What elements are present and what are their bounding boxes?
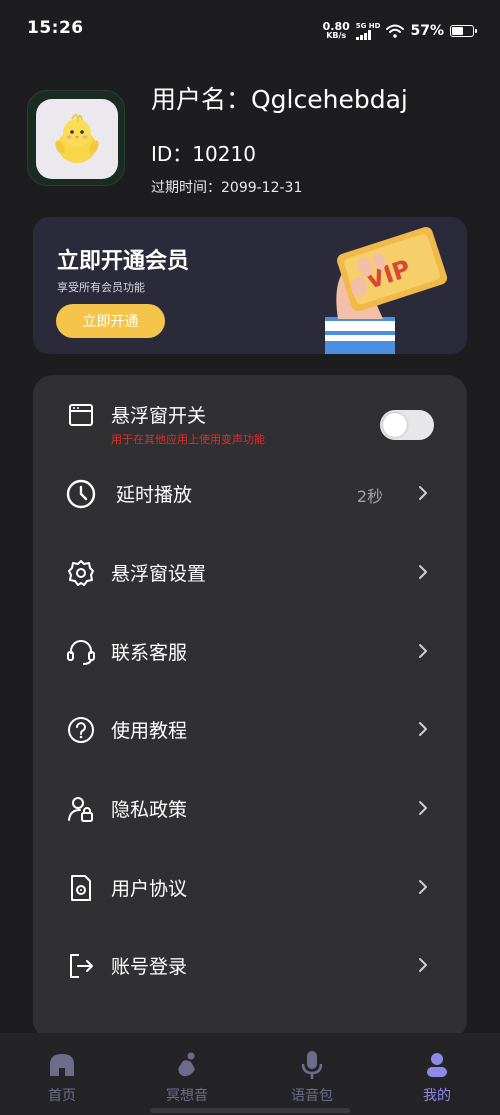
nav-tab-label: 首页 xyxy=(48,1088,76,1104)
logout-icon xyxy=(66,951,96,981)
vip-banner[interactable]: 立即开通会员 享受所有会员功能 立即开通 VIP xyxy=(33,217,467,354)
gear-icon xyxy=(66,558,96,588)
network-speed-unit: KB/s xyxy=(326,31,347,40)
nav-tab-mine[interactable]: 我的 xyxy=(392,1049,482,1109)
settings-menu: 悬浮窗开关 用于在其他应用上使用变声功能 延时播放 2秒 悬浮窗设置 联系客服 … xyxy=(33,375,467,1040)
username: 用户名：Qglcehebdaj xyxy=(151,85,408,114)
network-type-label: 5G HD xyxy=(355,22,381,30)
menu-item-label: 延时播放 xyxy=(116,484,193,506)
activate-vip-button[interactable]: 立即开通 xyxy=(56,304,165,338)
nav-tab-label: 冥想音 xyxy=(166,1088,208,1104)
home-icon xyxy=(46,1049,78,1081)
nav-tab-label: 我的 xyxy=(423,1088,451,1104)
user-id: ID：10210 xyxy=(151,142,256,166)
headset-icon xyxy=(66,637,96,667)
cellular-signal-icon: 5G HD xyxy=(355,22,381,40)
nav-tab-voice-pack[interactable]: 语音包 xyxy=(267,1049,357,1109)
toggle-knob xyxy=(383,413,407,437)
microphone-icon xyxy=(296,1049,328,1081)
battery-percent: 57% xyxy=(410,23,444,39)
meditation-icon xyxy=(171,1049,203,1081)
delay-value: 2秒 xyxy=(356,487,383,506)
bottom-navigation: 首页 冥想音 语音包 我的 xyxy=(0,1033,500,1115)
menu-item-tutorial[interactable]: 使用教程 xyxy=(33,700,467,760)
chevron-right-icon xyxy=(419,565,427,579)
nav-tab-meditation[interactable]: 冥想音 xyxy=(142,1049,232,1109)
menu-item-label: 悬浮窗开关 xyxy=(111,405,207,427)
status-bar: 15:26 0.80 KB/s 5G HD 57% xyxy=(0,0,500,60)
vip-subtitle: 享受所有会员功能 xyxy=(57,281,145,294)
document-icon xyxy=(66,873,96,903)
vip-title: 立即开通会员 xyxy=(57,249,190,274)
chevron-right-icon xyxy=(419,801,427,815)
nav-tab-label: 语音包 xyxy=(291,1088,333,1104)
window-icon xyxy=(66,400,96,430)
network-speed: 0.80 KB/s xyxy=(322,20,350,40)
clock-icon xyxy=(66,479,96,509)
menu-item-floating-window-toggle: 悬浮窗开关 用于在其他应用上使用变声功能 xyxy=(33,385,467,460)
status-icons: 0.80 KB/s 5G HD 57% xyxy=(322,18,477,44)
menu-item-account-login[interactable]: 账号登录 xyxy=(33,936,467,996)
user-icon xyxy=(421,1049,453,1081)
chevron-right-icon xyxy=(419,958,427,972)
menu-item-label: 联系客服 xyxy=(111,642,188,664)
chevron-right-icon xyxy=(419,644,427,658)
chevron-right-icon xyxy=(419,722,427,736)
menu-item-privacy-policy[interactable]: 隐私政策 xyxy=(33,779,467,839)
status-time: 15:26 xyxy=(27,18,84,38)
battery-icon xyxy=(450,25,477,37)
user-lock-icon xyxy=(66,794,96,824)
network-speed-value: 0.80 xyxy=(322,20,350,33)
menu-item-label: 账号登录 xyxy=(111,956,188,978)
menu-item-delay-playback[interactable]: 延时播放 2秒 xyxy=(33,464,467,524)
wifi-icon xyxy=(386,24,405,38)
floating-window-toggle[interactable] xyxy=(380,410,434,440)
home-indicator[interactable] xyxy=(150,1108,350,1113)
nav-tab-home[interactable]: 首页 xyxy=(17,1049,107,1109)
chevron-right-icon xyxy=(419,486,427,500)
menu-item-hint: 用于在其他应用上使用变声功能 xyxy=(111,433,265,446)
menu-item-label: 悬浮窗设置 xyxy=(111,563,207,585)
chick-avatar-icon xyxy=(55,114,99,163)
membership-expiry: 过期时间：2099-12-31 xyxy=(151,180,303,196)
help-circle-icon xyxy=(66,715,96,745)
avatar-image xyxy=(36,99,118,179)
menu-item-label: 用户协议 xyxy=(111,878,188,900)
menu-item-label: 使用教程 xyxy=(111,720,188,742)
avatar[interactable] xyxy=(27,90,125,186)
menu-item-label: 隐私政策 xyxy=(111,799,188,821)
menu-item-customer-service[interactable]: 联系客服 xyxy=(33,622,467,682)
menu-item-floating-window-settings[interactable]: 悬浮窗设置 xyxy=(33,543,467,603)
menu-item-user-agreement[interactable]: 用户协议 xyxy=(33,858,467,918)
chevron-right-icon xyxy=(419,880,427,894)
vip-card-hand-illustration: VIP xyxy=(325,226,448,354)
